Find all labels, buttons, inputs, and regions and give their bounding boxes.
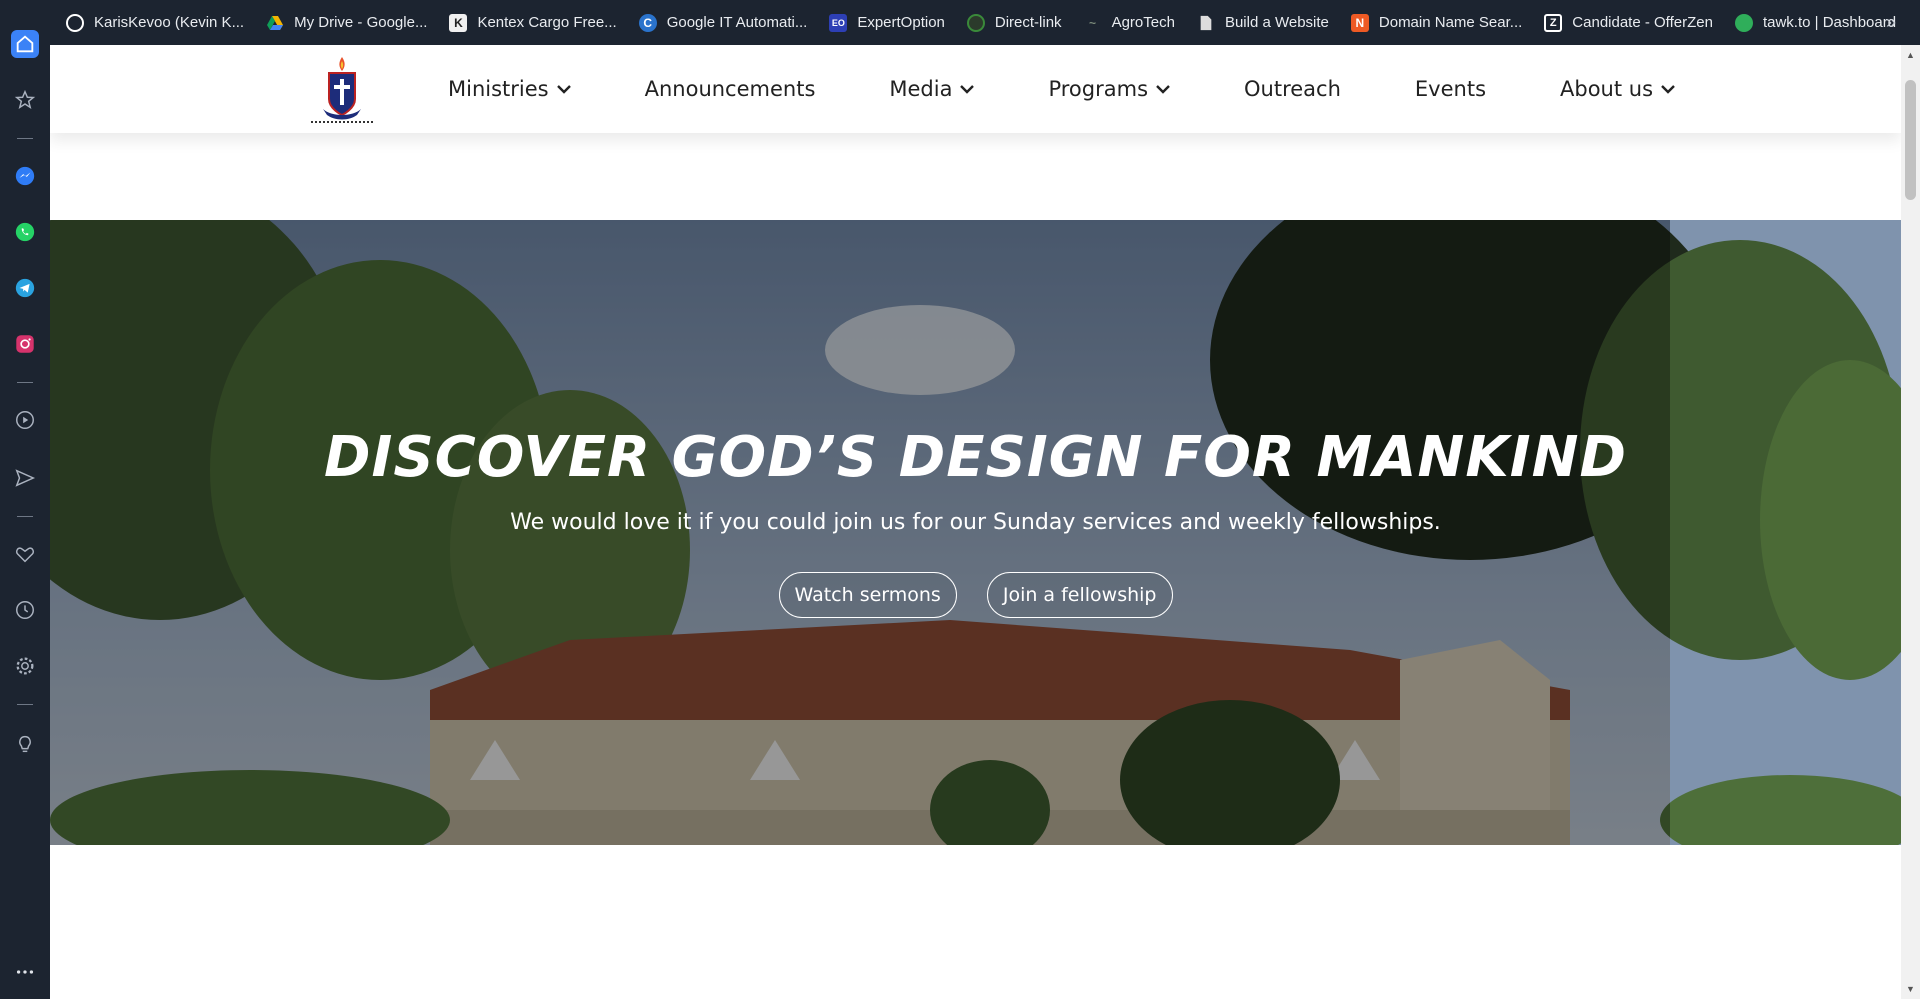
nav-about-us[interactable]: About us [1560,77,1675,101]
player-icon[interactable] [11,406,39,434]
bookmark-github[interactable]: KarisKevoo (Kevin K... [66,13,245,32]
nav-announcements[interactable]: Announcements [645,77,816,101]
agrotech-icon: ~ [1089,15,1097,30]
hero-banner: DISCOVER GOD’S DESIGN FOR MANKIND We wou… [50,220,1901,845]
github-icon [66,13,84,32]
join-fellowship-button[interactable]: Join a fellowship [986,572,1173,618]
heart-icon[interactable] [11,540,39,568]
bookmark-tawk[interactable]: tawk.to | Dashboard [1734,13,1897,32]
bookmark-label: KarisKevoo (Kevin K... [94,14,245,31]
hero-subtitle: We would love it if you could join us fo… [510,510,1441,535]
scroll-down-icon[interactable]: ▼ [1905,984,1916,994]
bookmark-label: Kentex Cargo Free... [477,14,617,31]
main-navigation: Ministries Announcements Media Programs … [448,45,1749,133]
scrollbar-thumb[interactable] [1905,80,1916,200]
bookmark-label: Candidate - OfferZen [1572,14,1713,31]
messenger-icon[interactable] [11,162,39,190]
history-icon[interactable] [11,596,39,624]
sidebar-divider [17,382,33,383]
nav-media[interactable]: Media [889,77,975,101]
sidebar-divider [17,516,33,517]
chevron-down-icon [1661,85,1675,94]
nav-label: Media [889,77,953,101]
lightbulb-icon[interactable] [11,730,39,758]
bookmark-build-website[interactable]: Build a Website [1197,14,1329,32]
star-icon[interactable] [11,86,39,114]
nav-ministries[interactable]: Ministries [448,77,571,101]
globe-icon [966,13,985,32]
bookmark-google-it[interactable]: C Google IT Automati... [638,13,808,32]
chevron-down-icon [1156,85,1170,94]
sidebar-divider [17,704,33,705]
document-icon [1197,14,1215,32]
watch-sermons-button[interactable]: Watch sermons [778,572,957,618]
nav-label: Events [1414,77,1487,101]
bookmark-agrotech[interactable]: ~ AgroTech [1084,14,1175,32]
bookmarks-overflow-icon[interactable]: » [1886,12,1896,33]
instagram-icon[interactable] [11,330,39,358]
namecheap-icon: N [1350,13,1369,32]
more-icon[interactable] [11,958,39,986]
bookmark-label: AgroTech [1111,14,1175,31]
site-header: Ministries Announcements Media Programs … [50,45,1901,133]
nav-events[interactable]: Events [1415,77,1486,101]
nav-label: Ministries [448,77,549,101]
google-drive-icon [266,14,284,32]
bookmarks-bar: KarisKevoo (Kevin K... My Drive - Google… [50,0,1920,45]
sidebar-divider [17,138,33,139]
bookmark-offerzen[interactable]: Z Candidate - OfferZen [1544,13,1713,32]
web-page: Ministries Announcements Media Programs … [50,45,1901,999]
nav-label: Announcements [644,77,816,101]
bookmark-label: Google IT Automati... [666,14,808,31]
hero-buttons: Watch sermons Join a fellowship [50,572,1901,618]
bookmark-kentex[interactable]: K Kentex Cargo Free... [449,13,617,32]
chevron-down-icon [960,85,975,94]
browser-sidebar [0,0,50,999]
bookmark-label: My Drive - Google... [294,14,428,31]
telegram-icon[interactable] [11,274,39,302]
nav-label: Outreach [1244,77,1341,101]
page-scrollbar[interactable]: ▲ ▼ [1901,45,1920,999]
bookmark-expertoption[interactable]: EO ExpertOption [829,13,945,32]
nav-label: About us [1560,77,1654,101]
tawk-icon [1734,13,1753,32]
home-icon[interactable] [11,30,39,58]
chevron-down-icon [556,85,571,94]
church-logo[interactable] [309,53,375,125]
bookmark-label: ExpertOption [857,14,945,31]
nav-programs[interactable]: Programs [1048,77,1170,101]
offerzen-icon: Z [1544,13,1563,32]
send-icon[interactable] [11,464,39,492]
bookmark-label: Build a Website [1224,14,1329,31]
coursera-icon: C [638,13,657,32]
nav-label: Programs [1048,77,1149,101]
hero-title: DISCOVER GOD’S DESIGN FOR MANKIND [324,425,1627,490]
nav-outreach[interactable]: Outreach [1244,77,1341,101]
bookmark-label: Domain Name Sear... [1378,14,1523,31]
kentex-icon: K [449,13,468,32]
bookmark-google-drive[interactable]: My Drive - Google... [266,14,427,32]
settings-icon[interactable] [11,652,39,680]
expertoption-icon: EO [829,13,848,32]
bookmark-domain-search[interactable]: N Domain Name Sear... [1350,13,1523,32]
whatsapp-icon[interactable] [11,218,39,246]
bookmark-label: tawk.to | Dashboard [1762,14,1897,31]
bookmark-direct-link[interactable]: Direct-link [966,13,1062,32]
bookmark-label: Direct-link [994,14,1062,31]
scroll-up-icon[interactable]: ▲ [1905,50,1916,60]
